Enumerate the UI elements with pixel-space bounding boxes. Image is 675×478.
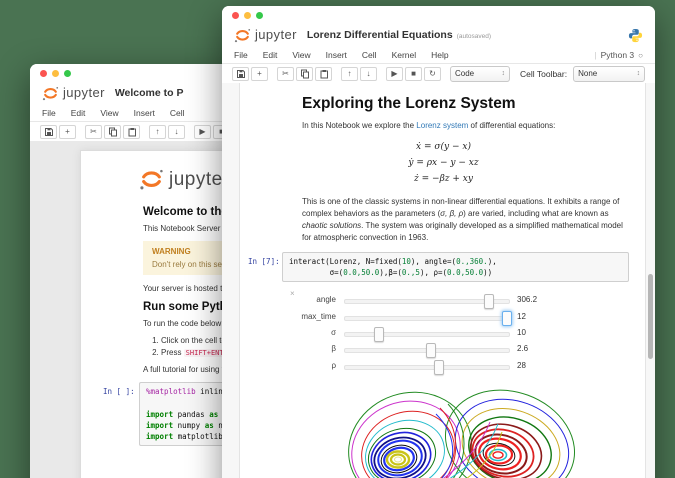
move-down-button[interactable]: ↓ bbox=[360, 66, 377, 81]
run-cell-button[interactable]: ▶ bbox=[194, 124, 211, 139]
menu-view[interactable]: View bbox=[292, 50, 310, 60]
save-button[interactable] bbox=[232, 66, 249, 81]
jupyter-wordmark-large: jupyter bbox=[169, 168, 230, 190]
jupyter-logo-icon bbox=[140, 169, 163, 190]
jupyter-wordmark[interactable]: jupyter bbox=[255, 27, 297, 42]
menu-view[interactable]: View bbox=[100, 108, 118, 118]
cell-toolbar-label: Cell Toolbar: bbox=[520, 68, 568, 79]
back-notebook-title[interactable]: Welcome to P bbox=[115, 87, 184, 99]
front-logo-row: jupyter Lorenz Differential Equations (a… bbox=[222, 23, 655, 47]
jupyter-wordmark[interactable]: jupyter bbox=[63, 85, 105, 100]
back-traffic-lights bbox=[40, 70, 71, 77]
slider-track[interactable] bbox=[344, 343, 510, 359]
run-cell-button[interactable]: ▶ bbox=[386, 66, 403, 81]
stop-kernel-button[interactable]: ■ bbox=[405, 66, 422, 81]
select-stepper-icon: ↕ bbox=[636, 70, 641, 77]
jupyter-logo-icon bbox=[234, 28, 251, 42]
copy-cell-button[interactable] bbox=[296, 66, 313, 81]
front-notebook-page: Exploring the Lorenz System In this Note… bbox=[239, 83, 646, 478]
menu-edit[interactable]: Edit bbox=[263, 50, 278, 60]
slider-handle[interactable] bbox=[373, 327, 384, 343]
equation-z: ż = −βz + xy bbox=[414, 174, 473, 185]
interact-code-cell[interactable]: In [7]: interact(Lorenz, N=fixed(10), an… bbox=[240, 251, 629, 283]
cell-type-select[interactable]: Code ↕ bbox=[450, 65, 510, 82]
slider-sigma: σ 10 bbox=[240, 327, 645, 343]
slider-handle[interactable] bbox=[434, 360, 445, 376]
cell-toolbar-select[interactable]: None ↕ bbox=[573, 65, 646, 82]
menu-help[interactable]: Help bbox=[431, 50, 448, 60]
cut-cell-button[interactable]: ✂ bbox=[85, 124, 102, 139]
lorenz-equations: ẋ = σ(y − x) ẏ = ρx − y − xz ż = −βz + x… bbox=[302, 139, 585, 188]
minimize-window-button[interactable] bbox=[52, 70, 59, 77]
move-up-button[interactable]: ↑ bbox=[149, 124, 166, 139]
zoom-window-button[interactable] bbox=[64, 70, 71, 77]
slider-track[interactable] bbox=[344, 360, 510, 376]
menu-kernel[interactable]: Kernel bbox=[392, 50, 417, 60]
kernel-name: Python 3 bbox=[600, 50, 635, 60]
minimize-window-button[interactable] bbox=[244, 12, 251, 19]
intro-paragraph: In this Notebook we explore the Lorenz s… bbox=[302, 121, 556, 130]
front-toolbar: + ✂ ↑ ↓ ▶ ■ ↻ Code ↕ Cell Toolbar: None … bbox=[222, 64, 655, 84]
jupyter-logo-icon bbox=[42, 86, 59, 100]
autosave-status: (autosaved) bbox=[456, 32, 492, 40]
move-down-button[interactable]: ↓ bbox=[168, 124, 185, 139]
python-logo-icon bbox=[628, 28, 643, 42]
slider-handle[interactable] bbox=[426, 343, 437, 359]
body-paragraph: This is one of the classic systems in no… bbox=[302, 196, 623, 242]
save-button[interactable] bbox=[40, 124, 57, 139]
menu-edit[interactable]: Edit bbox=[71, 108, 86, 118]
zoom-window-button[interactable] bbox=[256, 12, 263, 19]
front-traffic-lights bbox=[232, 12, 263, 19]
close-window-button[interactable] bbox=[40, 70, 47, 77]
kernel-status-icon: ○ bbox=[638, 50, 643, 60]
add-cell-button[interactable]: + bbox=[251, 66, 268, 81]
page-title: Exploring the Lorenz System bbox=[302, 95, 516, 112]
desktop-background: jupyter Welcome to P File Edit View Inse… bbox=[0, 0, 675, 478]
close-window-button[interactable] bbox=[232, 12, 239, 19]
scrollbar-thumb[interactable] bbox=[648, 274, 653, 359]
slider-max-time: max_time 12 bbox=[240, 311, 645, 327]
restart-kernel-button[interactable]: ↻ bbox=[424, 66, 441, 81]
menu-cell[interactable]: Cell bbox=[170, 108, 185, 118]
paste-cell-button[interactable] bbox=[315, 66, 332, 81]
slider-beta: β 2.6 bbox=[240, 343, 645, 359]
menu-insert[interactable]: Insert bbox=[134, 108, 155, 118]
menu-file[interactable]: File bbox=[42, 108, 56, 118]
notebook-title[interactable]: Lorenz Differential Equations bbox=[307, 29, 453, 41]
move-up-button[interactable]: ↑ bbox=[341, 66, 358, 81]
code-editor[interactable]: interact(Lorenz, N=fixed(10), angle=(0.,… bbox=[282, 251, 629, 283]
slider-handle[interactable] bbox=[501, 311, 512, 327]
input-prompt: In [ ]: bbox=[103, 387, 135, 396]
front-titlebar bbox=[222, 6, 655, 23]
foreground-window[interactable]: jupyter Lorenz Differential Equations (a… bbox=[222, 6, 655, 478]
slider-track[interactable] bbox=[344, 294, 510, 310]
front-content: Exploring the Lorenz System In this Note… bbox=[222, 83, 655, 478]
slider-track[interactable] bbox=[344, 311, 512, 327]
add-cell-button[interactable]: + bbox=[59, 124, 76, 139]
paste-cell-button[interactable] bbox=[123, 124, 140, 139]
lorenz-attractor-plot bbox=[348, 389, 576, 478]
menu-cell[interactable]: Cell bbox=[362, 50, 377, 60]
lorenz-system-link[interactable]: Lorenz system bbox=[416, 121, 468, 130]
cut-cell-button[interactable]: ✂ bbox=[277, 66, 294, 81]
slider-rho: ρ 28 bbox=[240, 360, 645, 376]
equation-y: ẏ = ρx − y − xz bbox=[408, 158, 479, 169]
copy-cell-button[interactable] bbox=[104, 124, 121, 139]
slider-handle[interactable] bbox=[483, 294, 494, 310]
slider-angle: angle 306.2 bbox=[240, 294, 645, 310]
input-prompt: In [7]: bbox=[248, 256, 280, 266]
slider-track[interactable] bbox=[344, 327, 510, 343]
interact-widget-area: × angle 306.2 max_time 12 σ 10 β 2.6 ρ 28 bbox=[240, 289, 645, 378]
menu-file[interactable]: File bbox=[234, 50, 248, 60]
equation-x: ẋ = σ(y − x) bbox=[416, 142, 471, 152]
front-menubar: File Edit View Insert Cell Kernel Help |… bbox=[222, 47, 655, 64]
kernel-indicator-area: | Python 3 ○ bbox=[594, 50, 643, 60]
select-stepper-icon: ↕ bbox=[501, 70, 506, 77]
menu-insert[interactable]: Insert bbox=[326, 50, 347, 60]
